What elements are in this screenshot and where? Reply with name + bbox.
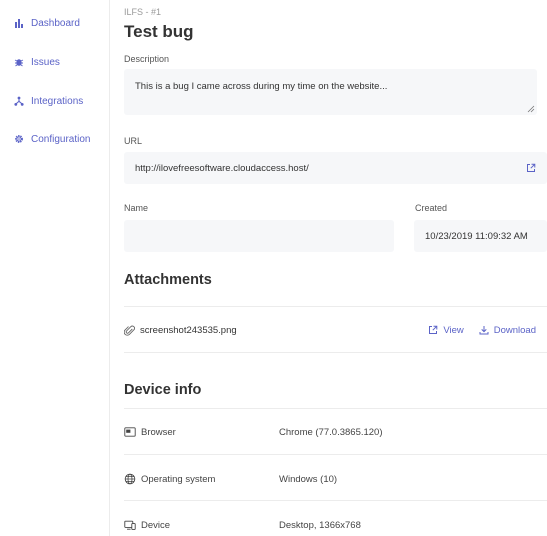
- sidebar-item-integrations[interactable]: Integrations: [13, 93, 83, 109]
- sidebar-item-label: Dashboard: [31, 17, 80, 29]
- operating-system-label: Operating system: [141, 473, 216, 485]
- ticket-detail: ILFS - #1 Test bug Description This is a…: [124, 0, 547, 536]
- download-button[interactable]: Download: [479, 325, 536, 336]
- device-value: Desktop, 1366x768: [279, 519, 361, 531]
- divider: [124, 500, 547, 501]
- sidebar-item-configuration[interactable]: Configuration: [13, 131, 90, 147]
- url-text: http://ilovefreesoftware.cloudaccess.hos…: [135, 162, 309, 174]
- attachment-row: screenshot243535.png View Download: [124, 320, 547, 340]
- download-label: Download: [493, 324, 536, 336]
- name-label: Name: [124, 203, 149, 213]
- device-info-row: Browser Chrome (77.0.3865.120): [124, 422, 547, 442]
- device-info-row: Device Desktop, 1366x768: [124, 515, 547, 535]
- created-label: Created: [415, 203, 448, 213]
- page-title: Test bug: [124, 22, 194, 41]
- description-field[interactable]: This is a bug I came across during my ti…: [124, 69, 537, 115]
- description-label: Description: [124, 54, 170, 64]
- browser-value: Chrome (77.0.3865.120): [279, 426, 383, 438]
- divider: [124, 352, 547, 353]
- fork-icon: [13, 96, 24, 107]
- bar-chart-icon: [13, 18, 24, 29]
- description-text: This is a bug I came across during my ti…: [135, 81, 388, 92]
- bug-icon: [13, 57, 24, 68]
- device-icon: [124, 519, 136, 531]
- gear-icon: [13, 134, 24, 145]
- sidebar: Dashboard Issues Integrations Configurat…: [0, 0, 110, 536]
- divider: [124, 454, 547, 455]
- sidebar-item-label: Integrations: [31, 95, 84, 107]
- sidebar-item-dashboard[interactable]: Dashboard: [13, 15, 80, 31]
- browser-icon: [124, 426, 136, 438]
- device-info-title: Device info: [124, 382, 202, 398]
- sidebar-item-issues[interactable]: Issues: [13, 54, 60, 70]
- browser-label: Browser: [141, 426, 176, 438]
- globe-icon: [124, 473, 136, 485]
- sidebar-item-label: Issues: [31, 56, 60, 68]
- ticket-key: ILFS - #1: [124, 7, 162, 17]
- sidebar-item-label: Configuration: [31, 133, 91, 145]
- divider: [124, 306, 547, 307]
- view-label: View: [443, 324, 464, 336]
- created-value: 10/23/2019 11:09:32 AM: [425, 230, 528, 242]
- resize-grip-icon[interactable]: [527, 105, 535, 113]
- name-field: [124, 220, 394, 252]
- download-icon: [479, 326, 489, 335]
- created-field: 10/23/2019 11:09:32 AM: [414, 220, 547, 252]
- external-link-icon[interactable]: [526, 163, 536, 173]
- view-button[interactable]: View: [428, 324, 464, 336]
- device-label: Device: [141, 519, 171, 531]
- external-link-icon: [429, 325, 438, 334]
- attachment-filename: screenshot243535.png: [140, 324, 237, 336]
- device-info-row: Operating system Windows (10): [124, 469, 547, 489]
- paperclip-icon: [124, 325, 135, 336]
- divider: [124, 408, 547, 409]
- operating-system-value: Windows (10): [279, 473, 338, 485]
- url-field: http://ilovefreesoftware.cloudaccess.hos…: [124, 152, 547, 184]
- url-label: URL: [124, 136, 143, 146]
- attachments-title: Attachments: [124, 272, 212, 288]
